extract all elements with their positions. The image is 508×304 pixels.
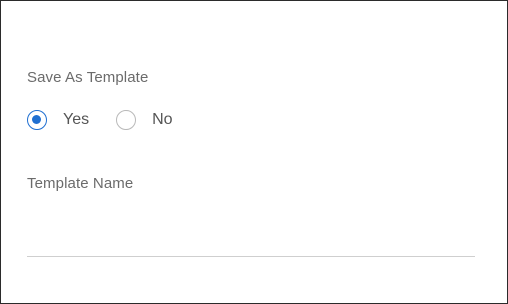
radio-no-button[interactable] — [116, 110, 137, 130]
save-template-panel: Save As Template Yes No Template Name — [0, 0, 508, 304]
template-name-label: Template Name — [27, 175, 134, 192]
radio-option-yes[interactable]: Yes — [27, 110, 89, 130]
template-name-input[interactable] — [27, 227, 475, 257]
radio-no-label[interactable]: No — [152, 111, 172, 129]
save-as-template-label: Save As Template — [27, 69, 149, 86]
radio-yes-label[interactable]: Yes — [63, 111, 89, 129]
radio-option-no[interactable]: No — [116, 110, 173, 130]
save-as-template-radio-group: Yes No — [27, 108, 173, 132]
radio-yes-button[interactable] — [27, 110, 47, 130]
